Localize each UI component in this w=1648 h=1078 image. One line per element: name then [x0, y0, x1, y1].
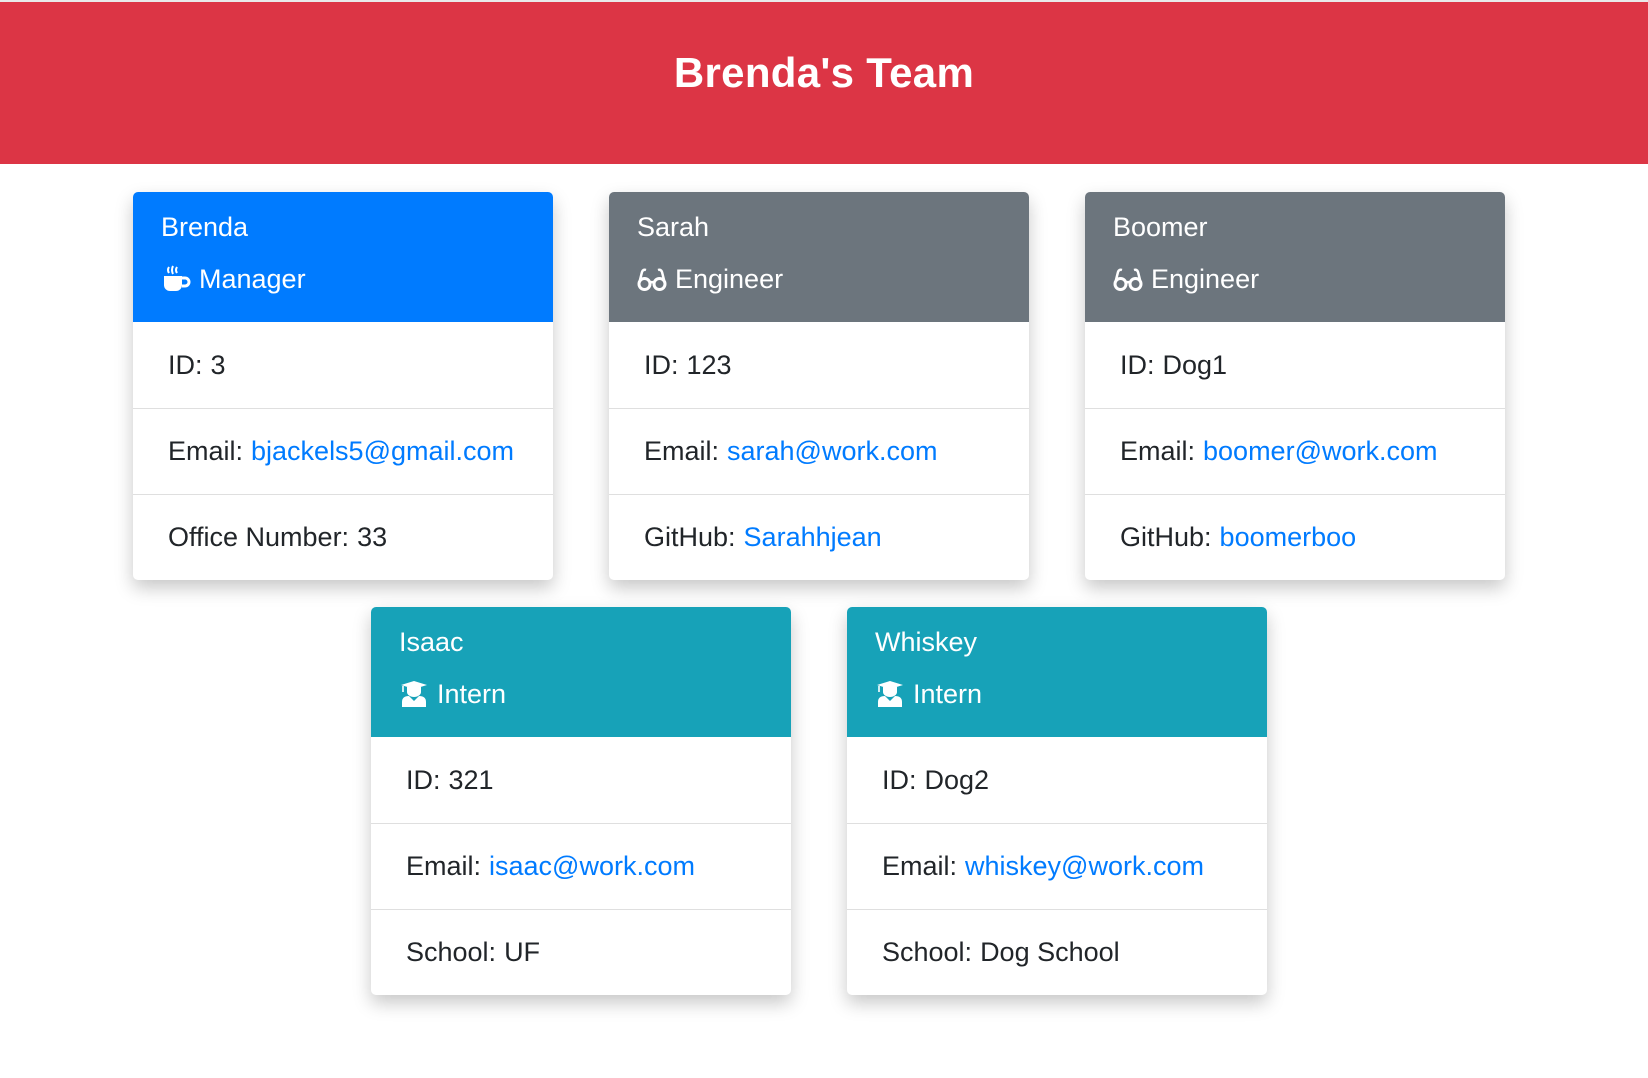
- email-label: Email:: [168, 436, 244, 466]
- email-row: Email: whiskey@work.com: [847, 823, 1267, 909]
- id-row: ID: 321: [371, 737, 791, 823]
- id-row: ID: 123: [609, 322, 1029, 408]
- email-label: Email:: [882, 851, 958, 881]
- employee-role: Intern: [399, 679, 763, 709]
- id-label: ID:: [882, 764, 917, 795]
- role-label: Engineer: [675, 264, 784, 294]
- id-value: 123: [686, 349, 732, 380]
- role-label: Manager: [199, 264, 306, 294]
- email-row: Email: boomer@work.com: [1085, 408, 1505, 494]
- card-header: Whiskey Intern: [847, 607, 1267, 737]
- school-label: School:: [882, 937, 973, 967]
- id-row: ID: Dog2: [847, 737, 1267, 823]
- school-label: School:: [406, 937, 497, 967]
- graduate-icon: [877, 681, 903, 707]
- email-label: Email:: [406, 851, 482, 881]
- role-label: Intern: [913, 679, 983, 709]
- card-header: Boomer Engineer: [1085, 192, 1505, 322]
- card-details: ID: 3 Email: bjackels5@gmail.com Office …: [133, 322, 553, 580]
- github-row: GitHub: Sarahhjean: [609, 494, 1029, 580]
- school-row: School: UF: [371, 909, 791, 995]
- email-link[interactable]: boomer@work.com: [1203, 436, 1437, 467]
- email-label: Email:: [1120, 436, 1196, 466]
- card-header: Brenda Manager: [133, 192, 553, 322]
- card-details: ID: 321 Email: isaac@work.com School: UF: [371, 737, 791, 995]
- employee-card-brenda: Brenda Manager ID: 3 Email: bjackels5@gm…: [133, 192, 553, 580]
- employee-role: Intern: [875, 679, 1239, 709]
- email-row: Email: sarah@work.com: [609, 408, 1029, 494]
- id-label: ID:: [406, 764, 441, 795]
- mug-icon: [164, 265, 191, 291]
- employee-card-whiskey: Whiskey Intern ID: Dog2 Email: whiskey@w…: [847, 607, 1267, 995]
- school-row: School: Dog School: [847, 909, 1267, 995]
- school-value: UF: [504, 937, 541, 967]
- id-value: 3: [210, 349, 226, 380]
- github-row: GitHub: boomerboo: [1085, 494, 1505, 580]
- employee-role: Engineer: [1113, 264, 1477, 294]
- id-row: ID: Dog1: [1085, 322, 1505, 408]
- github-link[interactable]: boomerboo: [1220, 522, 1357, 553]
- office-value: 33: [357, 522, 388, 552]
- graduate-icon: [401, 681, 427, 707]
- email-row: Email: isaac@work.com: [371, 823, 791, 909]
- id-value: 321: [448, 764, 494, 795]
- email-link[interactable]: bjackels5@gmail.com: [251, 436, 514, 467]
- github-label: GitHub:: [644, 522, 736, 552]
- id-row: ID: 3: [133, 322, 553, 408]
- employee-role: Engineer: [637, 264, 1001, 294]
- github-label: GitHub:: [1120, 522, 1212, 552]
- card-header: Sarah Engineer: [609, 192, 1029, 322]
- employee-name: Boomer: [1113, 212, 1208, 242]
- employee-card-isaac: Isaac Intern ID: 321 Email: isaac@work.c…: [371, 607, 791, 995]
- id-label: ID:: [1120, 349, 1155, 380]
- card-details: ID: Dog1 Email: boomer@work.com GitHub: …: [1085, 322, 1505, 580]
- office-label: Office Number:: [168, 522, 350, 552]
- email-link[interactable]: isaac@work.com: [489, 851, 695, 882]
- employee-name: Isaac: [399, 627, 464, 657]
- card-header: Isaac Intern: [371, 607, 791, 737]
- employee-card-boomer: Boomer Engineer ID: Dog1 Email: boomer@w…: [1085, 192, 1505, 580]
- employee-name: Whiskey: [875, 627, 978, 657]
- employee-role: Manager: [161, 264, 525, 294]
- glasses-icon: [1113, 268, 1143, 291]
- employee-name: Sarah: [637, 212, 710, 242]
- card-details: ID: Dog2 Email: whiskey@work.com School:…: [847, 737, 1267, 995]
- role-label: Intern: [437, 679, 507, 709]
- employee-name: Brenda: [161, 212, 249, 242]
- id-label: ID:: [168, 349, 203, 380]
- email-row: Email: bjackels5@gmail.com: [133, 408, 553, 494]
- role-label: Engineer: [1151, 264, 1260, 294]
- school-value: Dog School: [980, 937, 1120, 967]
- id-value: Dog1: [1162, 349, 1228, 380]
- github-link[interactable]: Sarahhjean: [744, 522, 882, 553]
- email-label: Email:: [644, 436, 720, 466]
- team-header: Brenda's Team: [0, 0, 1648, 164]
- email-link[interactable]: sarah@work.com: [727, 436, 937, 467]
- employee-card-sarah: Sarah Engineer ID: 123 Email: sarah@work…: [609, 192, 1029, 580]
- email-link[interactable]: whiskey@work.com: [965, 851, 1204, 882]
- card-details: ID: 123 Email: sarah@work.com GitHub: Sa…: [609, 322, 1029, 580]
- page-title: Brenda's Team: [673, 49, 975, 96]
- glasses-icon: [637, 268, 667, 291]
- office-row: Office Number: 33: [133, 494, 553, 580]
- id-label: ID:: [644, 349, 679, 380]
- id-value: Dog2: [924, 764, 990, 795]
